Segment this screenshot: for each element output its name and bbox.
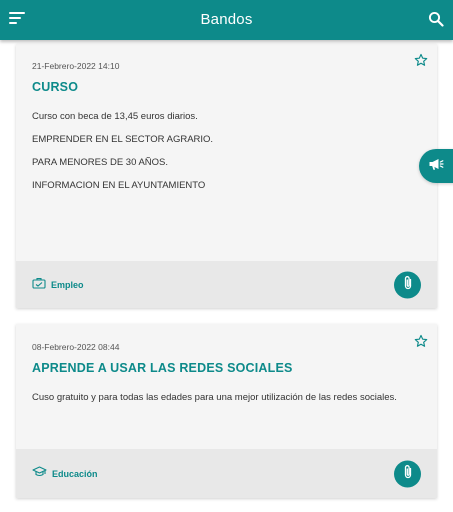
paperclip-icon: [402, 274, 414, 295]
post-card[interactable]: 21-Febrero-2022 14:10 CURSO Curso con be…: [16, 44, 437, 308]
briefcase-icon: [32, 276, 46, 294]
star-outline-icon[interactable]: [414, 53, 428, 67]
category-chip[interactable]: Empleo: [32, 276, 84, 294]
post-body-line: INFORMACION EN EL AYUNTAMIENTO: [32, 180, 206, 191]
search-icon[interactable]: [428, 11, 444, 27]
post-body-line: Cuso gratuito y para todas las edades pa…: [32, 392, 397, 403]
graduation-cap-icon: [32, 465, 47, 483]
post-card[interactable]: 08-Febrero-2022 08:44 APRENDE A USAR LAS…: [16, 324, 437, 498]
post-body-line: EMPRENDER EN EL SECTOR AGRARIO.: [32, 134, 214, 145]
announcements-tab[interactable]: [419, 149, 453, 183]
post-body-line: PARA MENORES DE 30 AÑOS.: [32, 157, 169, 168]
post-body: Curso con beca de 13,45 euros diarios. E…: [32, 111, 413, 203]
post-footer: Empleo: [16, 261, 437, 308]
post-body-line: Curso con beca de 13,45 euros diarios.: [32, 111, 198, 122]
category-chip[interactable]: Educación: [32, 465, 98, 483]
post-title: CURSO: [32, 80, 79, 94]
paperclip-icon: [402, 463, 414, 484]
attachment-button[interactable]: [394, 271, 421, 298]
post-body: Cuso gratuito y para todas las edades pa…: [32, 392, 413, 415]
app-bar: Bandos: [0, 0, 453, 40]
page-title: Bandos: [200, 11, 253, 28]
post-date: 21-Febrero-2022 14:10: [32, 61, 120, 71]
category-label: Empleo: [51, 279, 84, 290]
post-date: 08-Febrero-2022 08:44: [32, 342, 120, 352]
attachment-button[interactable]: [394, 460, 421, 487]
megaphone-icon: [428, 157, 444, 176]
post-footer: Educación: [16, 449, 437, 498]
category-label: Educación: [52, 468, 98, 479]
post-title: APRENDE A USAR LAS REDES SOCIALES: [32, 361, 293, 375]
star-outline-icon[interactable]: [414, 334, 428, 348]
